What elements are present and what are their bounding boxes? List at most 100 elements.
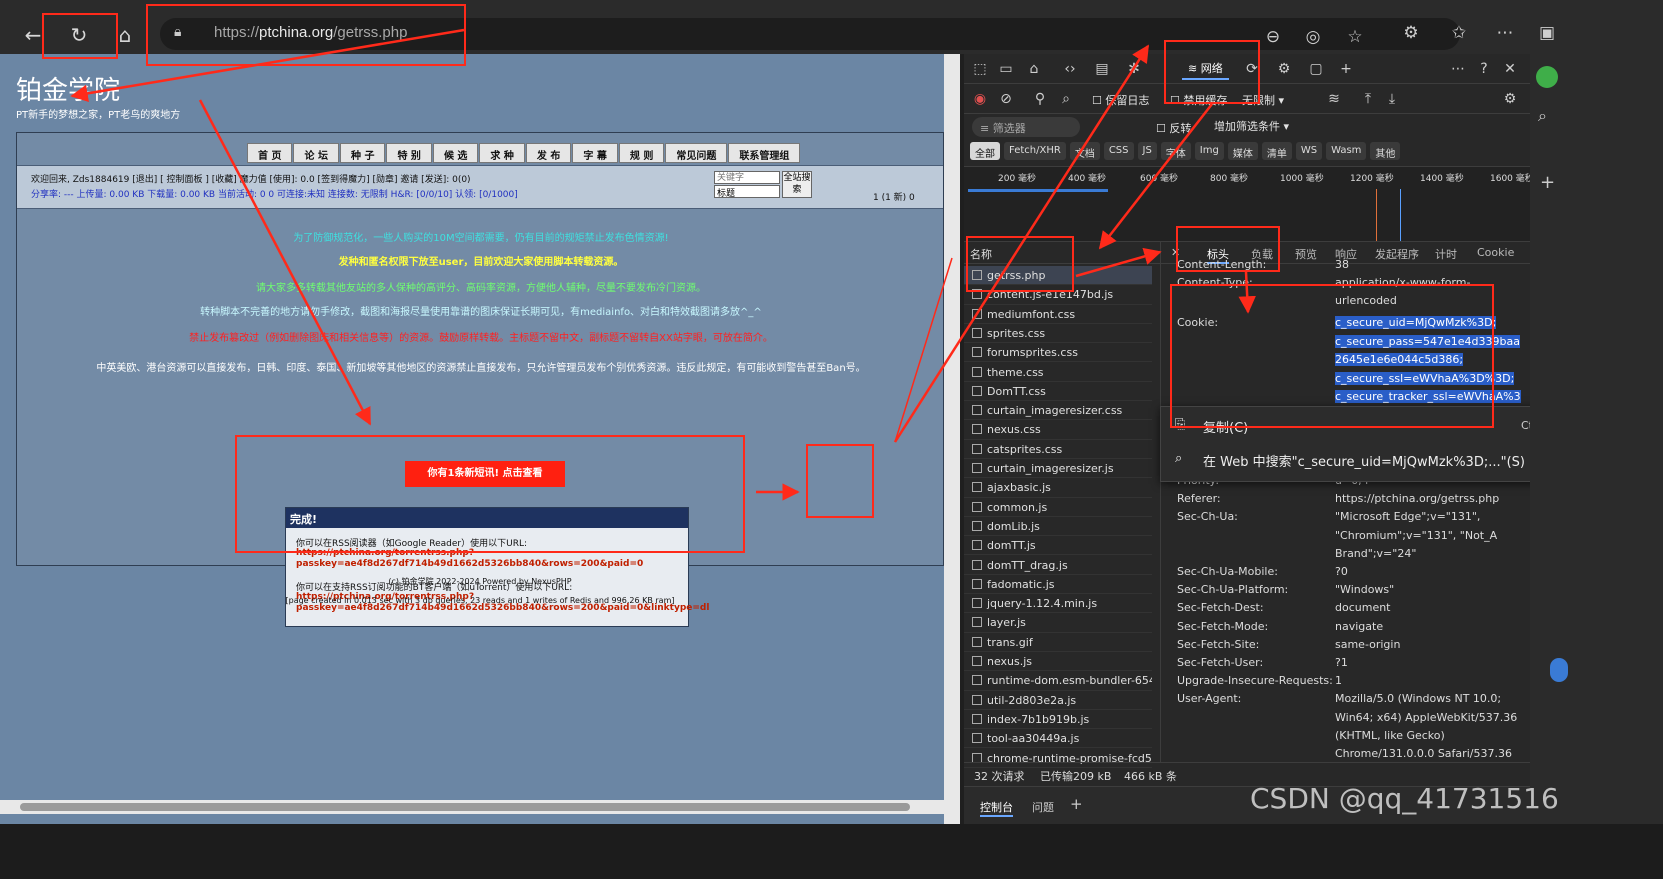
add-tab-icon[interactable]: + bbox=[1336, 59, 1356, 79]
close-devtools-icon[interactable]: ✕ bbox=[1500, 59, 1520, 79]
request-row[interactable]: tool-aa30449a.js bbox=[964, 729, 1152, 749]
filter-wasm[interactable]: Wasm bbox=[1326, 142, 1367, 160]
nav-special[interactable]: 特 别 bbox=[386, 143, 432, 163]
request-row[interactable]: common.js bbox=[964, 498, 1152, 517]
page-horizontal-scrollbar[interactable] bbox=[0, 800, 944, 814]
search-icon[interactable]: ⌕ bbox=[1056, 89, 1076, 109]
settings-gear-icon[interactable]: ⚙ bbox=[1274, 59, 1294, 79]
network-conditions-icon[interactable]: ≋ bbox=[1324, 89, 1344, 109]
header-value[interactable]: "Chromium";v="131", "Not_A bbox=[1335, 529, 1497, 542]
inspect-icon[interactable]: ⬚ bbox=[970, 59, 990, 79]
filter-ws[interactable]: WS bbox=[1295, 142, 1323, 160]
header-value[interactable]: Win64; x64) AppleWebKit/537.36 bbox=[1335, 711, 1517, 724]
filter-js[interactable]: JS bbox=[1137, 142, 1157, 160]
filter-manifest[interactable]: 清单 bbox=[1261, 142, 1292, 160]
application-icon[interactable]: ▢ bbox=[1306, 59, 1326, 79]
request-row[interactable]: nexus.js bbox=[964, 652, 1152, 672]
request-row[interactable]: sprites.css bbox=[964, 324, 1152, 344]
filter-all[interactable]: 全部 bbox=[970, 142, 1000, 160]
sources-icon[interactable]: ✲ bbox=[1124, 59, 1144, 79]
preserve-log-checkbox[interactable]: ☐ 保留日志 bbox=[1092, 92, 1149, 108]
header-value[interactable]: document bbox=[1335, 601, 1391, 614]
nav-contact-staff[interactable]: 联系管理组 bbox=[728, 143, 801, 163]
header-value[interactable]: https://ptchina.org/getrss.php bbox=[1335, 492, 1499, 505]
nav-home[interactable]: 首 页 bbox=[247, 143, 293, 163]
filter-media[interactable]: 媒体 bbox=[1227, 142, 1258, 160]
filter-other[interactable]: 其他 bbox=[1370, 142, 1401, 160]
download-har-icon[interactable]: ⤓ bbox=[1382, 89, 1402, 109]
filter-fetch-xhr[interactable]: Fetch/XHR bbox=[1004, 142, 1066, 160]
zoom-icon[interactable]: ⊖ bbox=[1260, 24, 1286, 50]
header-value[interactable]: 1 bbox=[1335, 674, 1342, 687]
edge-icon[interactable]: ◎ bbox=[1300, 24, 1326, 50]
nav-requests[interactable]: 求 种 bbox=[479, 143, 525, 163]
sidebar-collapse-icon[interactable] bbox=[1550, 658, 1568, 682]
sidebar-add-icon[interactable]: + bbox=[1540, 172, 1555, 193]
clear-icon[interactable]: ⊘ bbox=[996, 89, 1016, 109]
scroll-thumb[interactable] bbox=[20, 803, 910, 811]
more-icon[interactable]: ⋯ bbox=[1492, 20, 1518, 46]
request-row[interactable]: domTT_drag.js bbox=[964, 556, 1152, 575]
filter-css[interactable]: CSS bbox=[1103, 142, 1134, 160]
tab-preview[interactable]: 预览 bbox=[1295, 246, 1317, 262]
request-row[interactable]: nexus.css bbox=[964, 420, 1152, 440]
page-vertical-scrollbar[interactable] bbox=[944, 54, 960, 824]
invert-checkbox[interactable]: ☐ 反转 bbox=[1156, 120, 1191, 136]
request-row[interactable]: ajaxbasic.js bbox=[964, 478, 1152, 498]
filter-font[interactable]: 字体 bbox=[1160, 142, 1191, 160]
request-row[interactable]: runtime-dom.esm-bundler-654... bbox=[964, 671, 1152, 691]
header-value[interactable]: ?0 bbox=[1335, 565, 1348, 578]
drawer-tab-issues[interactable]: 问题 bbox=[1032, 799, 1054, 815]
nav-faq[interactable]: 常见问题 bbox=[665, 143, 728, 163]
more-tools-icon[interactable]: ⋯ bbox=[1448, 59, 1468, 79]
favorite-star-icon[interactable]: ☆ bbox=[1342, 24, 1368, 50]
sidebar-search-icon[interactable]: ⌕ bbox=[1538, 106, 1547, 126]
message-counts[interactable]: 1 (1 新) 0 bbox=[873, 190, 915, 203]
elements-icon[interactable]: ‹› bbox=[1060, 59, 1080, 79]
sidebar-toggle-icon[interactable]: ▣ bbox=[1534, 20, 1560, 46]
context-search-web[interactable]: 在 Web 中搜索"c_secure_uid=MjQwMzk%3D;..."(S… bbox=[1203, 451, 1525, 470]
userbar-line1[interactable]: 欢迎回来, Zds1884619 [退出] [ 控制面板 ] [收藏] 魔力值 … bbox=[31, 172, 471, 185]
header-value[interactable]: Brand";v="24" bbox=[1335, 547, 1416, 560]
nav-forum[interactable]: 论 坛 bbox=[293, 143, 339, 163]
request-row[interactable]: layer.js bbox=[964, 613, 1152, 633]
console-icon[interactable]: ▤ bbox=[1092, 59, 1112, 79]
help-icon[interactable]: ? bbox=[1474, 59, 1494, 79]
filter-input[interactable]: ≡ 筛选器 bbox=[972, 117, 1080, 137]
rss-reader-url-2[interactable]: passkey=ae4f8d267df714b49d1662d5326bb840… bbox=[296, 559, 643, 569]
header-value[interactable]: "Microsoft Edge";v="131", bbox=[1335, 510, 1480, 523]
header-value[interactable]: 38 bbox=[1335, 258, 1349, 271]
nav-upload[interactable]: 发 布 bbox=[525, 143, 572, 163]
header-value[interactable]: Mozilla/5.0 (Windows NT 10.0; bbox=[1335, 692, 1501, 705]
filter-img[interactable]: Img bbox=[1194, 142, 1224, 160]
request-row[interactable]: mediumfont.css bbox=[964, 305, 1152, 324]
request-row[interactable]: util-2d803e2a.js bbox=[964, 691, 1152, 710]
request-row[interactable]: index-7b1b919b.js bbox=[964, 710, 1152, 730]
favorites-icon[interactable]: ✩ bbox=[1446, 20, 1472, 46]
network-settings-icon[interactable]: ⚙ bbox=[1500, 89, 1520, 109]
header-value[interactable]: ?1 bbox=[1335, 656, 1348, 669]
nav-torrents[interactable]: 种 子 bbox=[339, 143, 386, 163]
request-row[interactable]: domTT.js bbox=[964, 536, 1152, 556]
welcome-icon[interactable]: ⌂ bbox=[1024, 59, 1044, 79]
request-row[interactable]: trans.gif bbox=[964, 633, 1152, 652]
device-icon[interactable]: ▭ bbox=[996, 59, 1016, 79]
extensions-icon[interactable]: ⚙ bbox=[1398, 20, 1424, 46]
drawer-add-icon[interactable]: + bbox=[1070, 795, 1083, 813]
request-row[interactable]: fadomatic.js bbox=[964, 575, 1152, 595]
drawer-tab-console[interactable]: 控制台 bbox=[980, 799, 1013, 817]
wechat-icon[interactable] bbox=[1536, 66, 1558, 88]
upload-har-icon[interactable]: ⤒ bbox=[1358, 89, 1378, 109]
request-row[interactable]: forumsprites.css bbox=[964, 343, 1152, 363]
filter-icon[interactable]: ⚲ bbox=[1030, 89, 1050, 109]
header-value[interactable]: navigate bbox=[1335, 620, 1383, 633]
request-row[interactable]: theme.css bbox=[964, 363, 1152, 382]
request-row[interactable]: domLib.js bbox=[964, 517, 1152, 537]
keyword-search-input[interactable] bbox=[714, 171, 780, 184]
search-type-select[interactable]: 标题 bbox=[714, 185, 780, 199]
header-value[interactable]: same-origin bbox=[1335, 638, 1400, 651]
header-value[interactable]: "Windows" bbox=[1335, 583, 1394, 596]
tab-initiator[interactable]: 发起程序 bbox=[1375, 246, 1419, 262]
nav-subtitles[interactable]: 字 幕 bbox=[572, 143, 618, 163]
request-row[interactable]: curtain_imageresizer.css bbox=[964, 401, 1152, 421]
